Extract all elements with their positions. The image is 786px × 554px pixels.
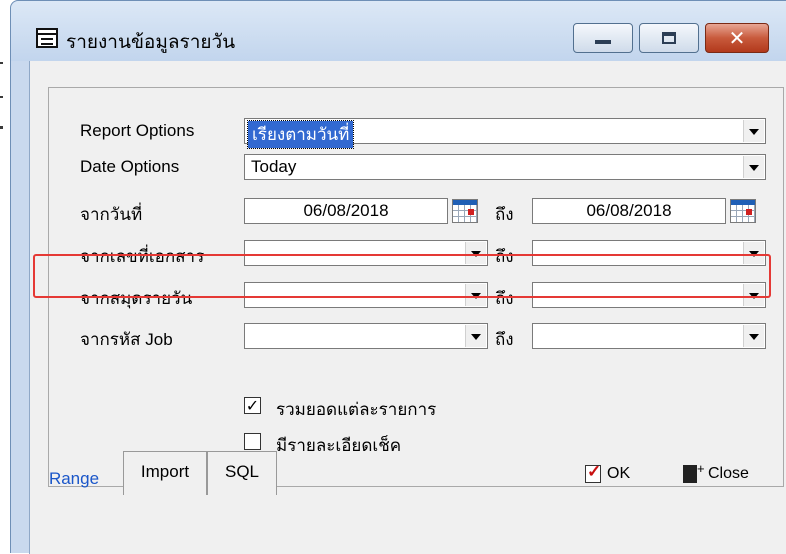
chevron-down-icon[interactable] (743, 325, 764, 347)
tab-sql[interactable]: SQL (207, 451, 277, 495)
calendar-icon[interactable] (452, 199, 478, 223)
sum-per-item-label: รวมยอดแต่ละรายการ (276, 400, 437, 419)
maximize-button[interactable] (639, 23, 699, 53)
report-window: รายงานข้อมูลรายวัน ✕ Report Options เรีย… (10, 0, 786, 554)
report-options-label: Report Options (80, 121, 195, 140)
chevron-down-icon[interactable] (465, 325, 486, 347)
from-date-value: 06/08/2018 (303, 201, 389, 220)
chevron-down-icon[interactable] (743, 120, 764, 142)
ok-label: OK (607, 465, 631, 482)
date-options-label: Date Options (80, 157, 180, 176)
tab-sql-label: SQL (224, 462, 260, 481)
chevron-down-icon[interactable] (743, 156, 764, 178)
date-options-value: Today (251, 157, 297, 176)
maximize-icon (662, 32, 676, 44)
to-date-input[interactable]: 06/08/2018 (532, 198, 726, 224)
close-label: Close (708, 465, 749, 482)
background-edge (0, 126, 3, 129)
to-job-select[interactable] (532, 323, 766, 349)
tab-range[interactable]: Range (29, 459, 119, 495)
from-date-input[interactable]: 06/08/2018 (244, 198, 448, 224)
to-job-label: ถึง (495, 330, 514, 349)
job-row-highlight (33, 254, 771, 298)
window-title: รายงานข้อมูลรายวัน (66, 31, 236, 53)
background-edge (0, 62, 3, 64)
checkmark-icon: ✓ (245, 396, 260, 415)
report-options-select[interactable]: เรียงตามวันที่ (244, 118, 766, 149)
minimize-icon (595, 40, 611, 44)
from-date-label: จากวันที่ (80, 205, 143, 224)
to-date-value: 06/08/2018 (586, 201, 672, 220)
date-options-select[interactable]: Today (244, 154, 766, 180)
ok-icon (585, 462, 601, 483)
tab-import-label: Import (140, 462, 190, 481)
cheque-detail-label: มีรายละเอียดเช็ค (276, 436, 402, 455)
from-job-select[interactable] (244, 323, 488, 349)
background-edge (0, 96, 3, 98)
cheque-detail-checkbox[interactable] (244, 433, 261, 450)
to-date-label: ถึง (495, 205, 514, 224)
minimize-button[interactable] (573, 23, 633, 53)
report-options-value: เรียงตามวันที่ (246, 120, 355, 149)
report-window-icon (36, 28, 58, 48)
tab-import[interactable]: Import (123, 451, 207, 495)
close-window-button[interactable]: ✕ (705, 23, 769, 53)
title-bar[interactable]: รายงานข้อมูลรายวัน ✕ (11, 1, 786, 61)
close-icon: ✕ (728, 26, 746, 50)
calendar-icon[interactable] (730, 199, 756, 223)
sum-per-item-checkbox[interactable]: ✓ (244, 397, 261, 414)
tab-range-label: Range (48, 469, 100, 488)
exit-door-icon (683, 461, 705, 483)
from-job-label: จากรหัส Job (80, 330, 173, 349)
